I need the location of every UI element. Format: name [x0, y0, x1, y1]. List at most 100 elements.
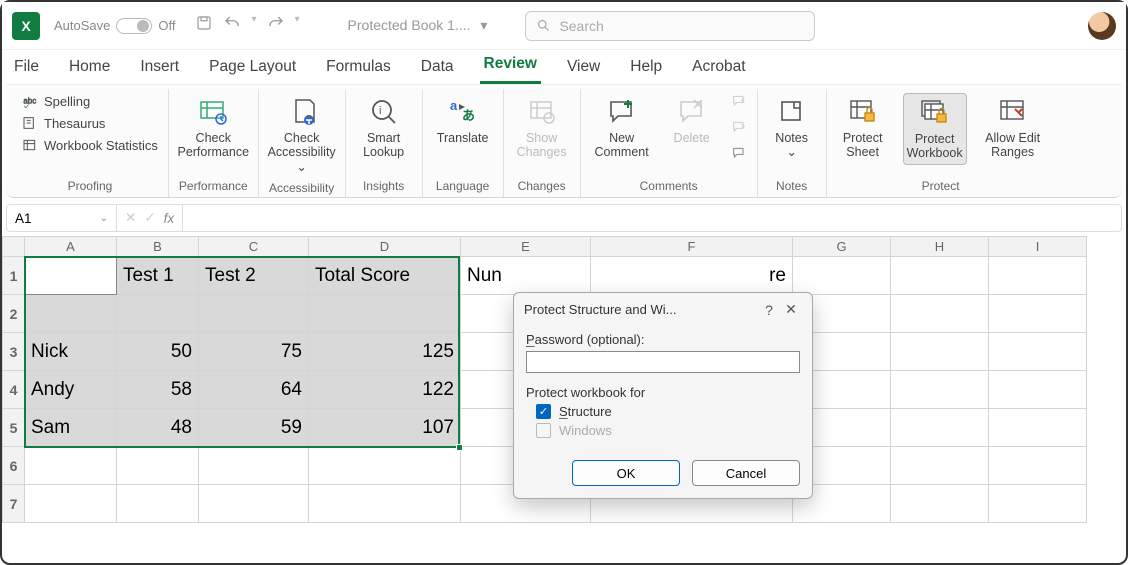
cell[interactable]: Test 2: [199, 257, 309, 295]
cell[interactable]: [989, 409, 1087, 447]
name-box[interactable]: A1⌄: [7, 205, 117, 231]
col-header[interactable]: C: [199, 237, 309, 257]
enter-formula-icon[interactable]: ✓: [144, 210, 155, 226]
cell[interactable]: 125: [309, 333, 461, 371]
tab-data[interactable]: Data: [417, 54, 458, 84]
col-header[interactable]: A: [25, 237, 117, 257]
cell[interactable]: [891, 409, 989, 447]
cell[interactable]: [117, 295, 199, 333]
document-name[interactable]: Protected Book 1.... ▾: [348, 17, 488, 34]
tab-file[interactable]: File: [10, 54, 43, 84]
row-header[interactable]: 3: [3, 333, 25, 371]
col-header[interactable]: E: [461, 237, 591, 257]
col-header[interactable]: F: [591, 237, 793, 257]
redo-dropdown-icon[interactable]: ▾: [295, 14, 300, 37]
row-header[interactable]: 4: [3, 371, 25, 409]
chevron-down-icon[interactable]: ⌄: [100, 213, 108, 224]
cell[interactable]: [25, 447, 117, 485]
user-avatar[interactable]: [1088, 12, 1116, 40]
cell[interactable]: re: [591, 257, 793, 295]
notes-button[interactable]: Notes ⌄: [768, 93, 816, 163]
tab-view[interactable]: View: [563, 54, 604, 84]
cell[interactable]: [309, 447, 461, 485]
cell[interactable]: [989, 333, 1087, 371]
cell[interactable]: [199, 485, 309, 523]
translate-button[interactable]: aあTranslate: [433, 93, 493, 148]
cell[interactable]: 58: [117, 371, 199, 409]
cell[interactable]: 107: [309, 409, 461, 447]
tab-help[interactable]: Help: [626, 54, 666, 84]
cell[interactable]: Nick: [25, 333, 117, 371]
thesaurus-button[interactable]: Thesaurus: [22, 115, 158, 131]
row-header[interactable]: 5: [3, 409, 25, 447]
tab-page-layout[interactable]: Page Layout: [205, 54, 300, 84]
select-all-corner[interactable]: [3, 237, 25, 257]
cell[interactable]: 48: [117, 409, 199, 447]
cell[interactable]: [891, 371, 989, 409]
close-icon[interactable]: ✕: [780, 301, 802, 318]
col-header[interactable]: H: [891, 237, 989, 257]
cell[interactable]: Andy: [25, 371, 117, 409]
fx-icon[interactable]: fx: [164, 211, 175, 226]
cell[interactable]: 50: [117, 333, 199, 371]
autosave-toggle[interactable]: AutoSave Off: [54, 18, 175, 34]
redo-icon[interactable]: [267, 14, 285, 37]
cell[interactable]: [199, 447, 309, 485]
cell[interactable]: [25, 295, 117, 333]
cell[interactable]: Nun: [461, 257, 591, 295]
new-comment-button[interactable]: New Comment: [591, 93, 653, 163]
col-header[interactable]: B: [117, 237, 199, 257]
cancel-formula-icon[interactable]: ✕: [125, 210, 136, 226]
save-icon[interactable]: [195, 14, 213, 37]
cell[interactable]: Test 1: [117, 257, 199, 295]
workbook-statistics-button[interactable]: Workbook Statistics: [22, 137, 158, 153]
cell[interactable]: [793, 257, 891, 295]
cell[interactable]: [989, 295, 1087, 333]
allow-edit-ranges-button[interactable]: Allow Edit Ranges: [981, 93, 1045, 163]
check-accessibility-button[interactable]: Check Accessibility ⌄: [269, 93, 335, 177]
row-header[interactable]: 1: [3, 257, 25, 295]
cell[interactable]: [891, 485, 989, 523]
cell[interactable]: [199, 295, 309, 333]
ok-button[interactable]: OK: [572, 460, 680, 486]
cell[interactable]: [25, 485, 117, 523]
cell[interactable]: [891, 257, 989, 295]
cell[interactable]: [891, 447, 989, 485]
structure-checkbox[interactable]: ✓ Structure: [536, 404, 800, 419]
cell[interactable]: Sam: [25, 409, 117, 447]
tab-home[interactable]: Home: [65, 54, 114, 84]
cell[interactable]: [891, 333, 989, 371]
spelling-button[interactable]: abcSpelling: [22, 93, 158, 109]
row-header[interactable]: 2: [3, 295, 25, 333]
check-performance-button[interactable]: Check Performance: [180, 93, 246, 163]
row-header[interactable]: 6: [3, 447, 25, 485]
cell[interactable]: [989, 371, 1087, 409]
cell[interactable]: [989, 257, 1087, 295]
tab-acrobat[interactable]: Acrobat: [688, 54, 749, 84]
cell[interactable]: [117, 447, 199, 485]
toggle-switch-icon[interactable]: [116, 18, 152, 34]
cell[interactable]: 75: [199, 333, 309, 371]
col-header[interactable]: G: [793, 237, 891, 257]
undo-dropdown-icon[interactable]: ▾: [251, 14, 256, 37]
protect-sheet-button[interactable]: Protect Sheet: [837, 93, 889, 163]
cell[interactable]: 59: [199, 409, 309, 447]
cell[interactable]: [989, 485, 1087, 523]
cell[interactable]: [309, 485, 461, 523]
cell[interactable]: [891, 295, 989, 333]
col-header[interactable]: I: [989, 237, 1087, 257]
selection-handle[interactable]: [456, 444, 463, 451]
cancel-button[interactable]: Cancel: [692, 460, 800, 486]
undo-icon[interactable]: [223, 14, 241, 37]
cell[interactable]: [117, 485, 199, 523]
smart-lookup-button[interactable]: iSmart Lookup: [356, 93, 412, 163]
cell[interactable]: 64: [199, 371, 309, 409]
col-header[interactable]: D: [309, 237, 461, 257]
cell[interactable]: [309, 295, 461, 333]
password-input[interactable]: [526, 351, 800, 373]
cell[interactable]: Total Score: [309, 257, 461, 295]
tab-formulas[interactable]: Formulas: [322, 54, 395, 84]
cell[interactable]: [25, 257, 117, 295]
cell[interactable]: [989, 447, 1087, 485]
row-header[interactable]: 7: [3, 485, 25, 523]
